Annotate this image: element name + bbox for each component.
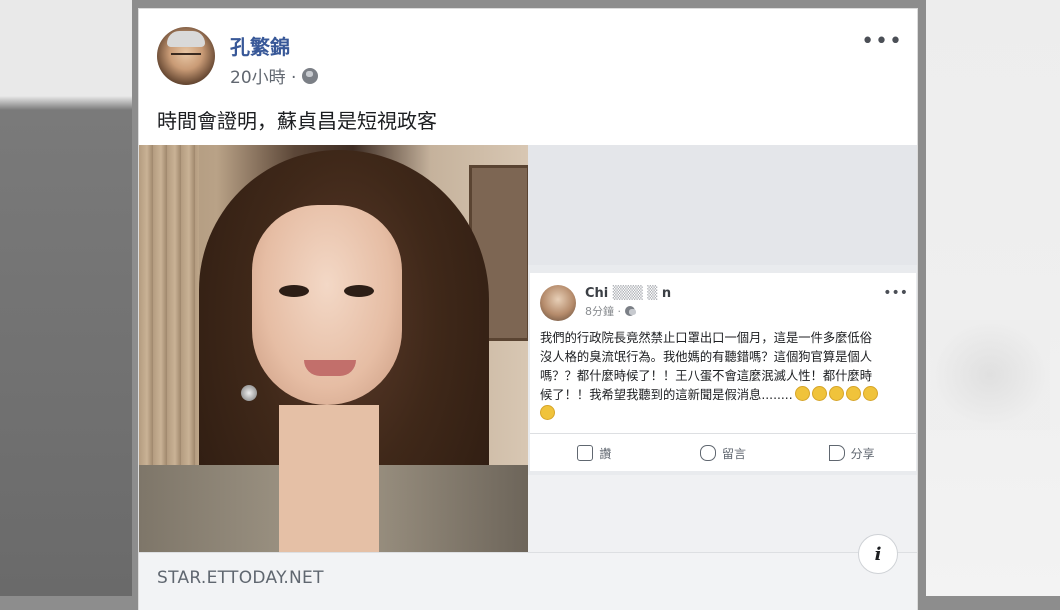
- author-avatar[interactable]: [157, 27, 215, 85]
- embedded-more-icon: •••: [883, 285, 908, 301]
- embedded-globe-icon: [624, 306, 636, 316]
- embedded-comment: 留言: [659, 434, 788, 472]
- embedded-author-avatar: [540, 285, 576, 321]
- photo-lips: [304, 360, 356, 376]
- thumbs-up-icon: [577, 445, 594, 461]
- disappointed-face-icon: [862, 386, 878, 401]
- background-right-blur: [930, 320, 1050, 430]
- screenshot-panel[interactable]: Chi ▒▒▒ ▒ n 8分鐘 · ••• 我們的行政院長竟然禁止口罩出口一個月…: [528, 145, 917, 552]
- embedded-post: Chi ▒▒▒ ▒ n 8分鐘 · ••• 我們的行政院長竟然禁止口罩出口一個月…: [530, 273, 916, 471]
- post-meta: 20小時 ·: [230, 63, 319, 88]
- link-domain[interactable]: STAR.ETTODAY.NET: [157, 568, 324, 588]
- avatar-hair: [167, 31, 205, 47]
- embedded-timestamp: 8分鐘 ·: [585, 303, 636, 319]
- embedded-author-name: Chi ▒▒▒ ▒ n: [585, 286, 672, 301]
- share-icon: [828, 445, 845, 461]
- embedded-like: 讚: [530, 434, 659, 472]
- background-left: [0, 0, 132, 596]
- avatar-glasses: [171, 53, 201, 61]
- globe-icon[interactable]: [302, 67, 319, 84]
- photo-neck: [279, 405, 379, 552]
- disappointed-face-icon: [845, 386, 861, 401]
- post-timestamp[interactable]: 20小時 ·: [230, 63, 296, 88]
- more-options-icon[interactable]: •••: [861, 31, 903, 53]
- embedded-post-text: 我們的行政院長竟然禁止口罩出口一個月，這是一件多麼低俗 沒人格的臭流氓行為。我他…: [540, 329, 912, 424]
- embedded-actions: 讚 留言 分享: [530, 433, 916, 472]
- disappointed-face-icon: [794, 386, 810, 401]
- photo-eye-left: [279, 285, 309, 297]
- embedded-share: 分享: [787, 434, 916, 472]
- author-name[interactable]: 孔繁錦: [230, 31, 290, 60]
- disappointed-face-icon: [811, 386, 827, 401]
- photo-eye-right: [344, 285, 374, 297]
- background-right: [926, 0, 1060, 596]
- link-preview-bar[interactable]: STAR.ETTODAY.NET: [139, 552, 917, 610]
- disappointed-face-icon: [828, 386, 844, 401]
- screenshot-bottom-blur: [528, 475, 917, 552]
- post-card: 孔繁錦 20小時 · ••• 時間會證明，蘇貞昌是短視政客 Chi ▒▒▒ ▒ …: [138, 8, 918, 610]
- info-icon[interactable]: i: [858, 534, 898, 574]
- post-media[interactable]: Chi ▒▒▒ ▒ n 8分鐘 · ••• 我們的行政院長竟然禁止口罩出口一個月…: [139, 145, 917, 552]
- comment-icon: [700, 445, 716, 461]
- screenshot-top-blur: [528, 145, 917, 265]
- selfie-photo[interactable]: [139, 145, 528, 552]
- post-body-text: 時間會證明，蘇貞昌是短視政客: [157, 109, 437, 133]
- photo-earring: [241, 385, 257, 401]
- disappointed-face-icon: [540, 405, 555, 420]
